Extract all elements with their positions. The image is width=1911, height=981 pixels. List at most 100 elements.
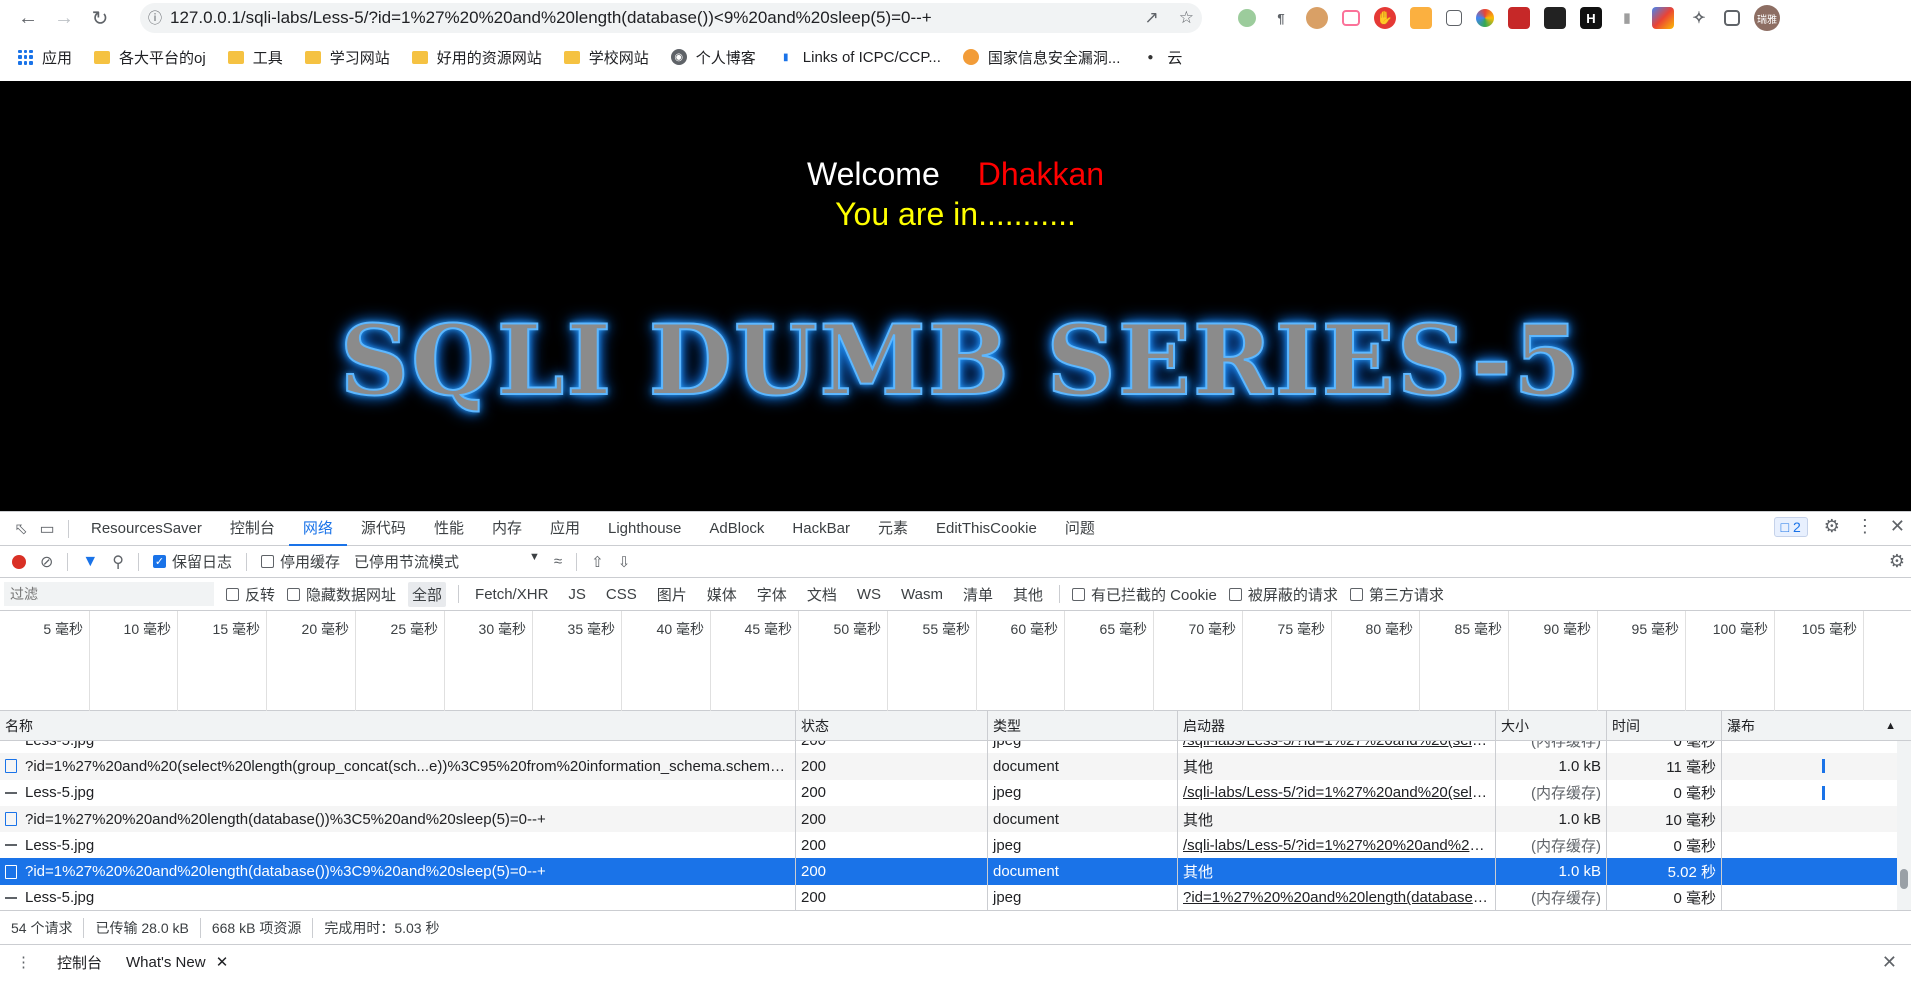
tab-editthiscookie[interactable]: EditThisCookie bbox=[922, 512, 1051, 546]
inspect-element-icon[interactable]: ⬁ bbox=[8, 519, 34, 539]
tab-issues[interactable]: 问题 bbox=[1051, 512, 1109, 546]
extension-adblock-icon[interactable]: ✋ bbox=[1374, 7, 1396, 29]
request-initiator-cell[interactable]: /sqli-labs/Less-5/?id=1%27%20and%20(sele… bbox=[1178, 741, 1496, 754]
request-initiator-cell[interactable]: 其他 bbox=[1178, 805, 1496, 833]
bookmark-cnnvd[interactable]: 国家信息安全漏洞... bbox=[962, 47, 1120, 68]
bookmark-folder-school[interactable]: 学校网站 bbox=[563, 47, 649, 68]
settings-gear-icon[interactable]: ⚙ bbox=[1824, 516, 1840, 537]
bookmark-folder-tools[interactable]: 工具 bbox=[227, 47, 283, 68]
filter-type-media[interactable]: 媒体 bbox=[703, 582, 741, 607]
tab-application[interactable]: 应用 bbox=[536, 512, 594, 546]
table-row[interactable]: Less-5.jpg 200jpeg/sqli-labs/Less-5/?id=1… bbox=[0, 741, 1911, 754]
bookmark-folder-resources[interactable]: 好用的资源网站 bbox=[411, 47, 542, 68]
close-devtools-icon[interactable]: ✕ bbox=[1890, 516, 1905, 537]
initiator-link[interactable]: /sqli-labs/Less-5/?id=1%27%20and%20(sele… bbox=[1183, 784, 1490, 801]
request-name-cell[interactable]: Less-5.jpg bbox=[0, 779, 796, 806]
filter-type-doc[interactable]: 文档 bbox=[803, 582, 841, 607]
tab-memory[interactable]: 内存 bbox=[478, 512, 536, 546]
close-drawer-icon[interactable]: ✕ bbox=[1882, 952, 1897, 973]
request-name-cell[interactable]: Less-5.jpg bbox=[0, 832, 796, 859]
tab-performance[interactable]: 性能 bbox=[420, 512, 478, 546]
initiator-link[interactable]: ?id=1%27%20%20and%20length(database()... bbox=[1183, 889, 1490, 906]
disable-cache-checkbox[interactable]: 停用缓存 bbox=[260, 551, 340, 572]
initiator-link[interactable]: /sqli-labs/Less-5/?id=1%27%20and%20(sele… bbox=[1183, 741, 1490, 749]
network-conditions-icon[interactable]: ≈ bbox=[554, 553, 562, 570]
request-name-cell[interactable]: ?id=1%27%20and%20(select%20length(group_… bbox=[0, 753, 796, 780]
request-name-cell[interactable]: ?id=1%27%20%20and%20length(database())%3… bbox=[0, 805, 796, 833]
table-row[interactable]: ?id=1%27%20%20and%20length(database())%3… bbox=[0, 858, 1911, 885]
request-name-cell[interactable]: Less-5.jpg bbox=[0, 741, 796, 754]
request-initiator-cell[interactable]: /sqli-labs/Less-5/?id=1%27%20and%20(sele… bbox=[1178, 779, 1496, 806]
tab-elements[interactable]: 元素 bbox=[864, 512, 922, 546]
search-icon[interactable]: ⚲ bbox=[112, 552, 124, 572]
filter-funnel-icon[interactable]: ▼ bbox=[82, 553, 98, 571]
column-header-time[interactable]: 时间 bbox=[1607, 711, 1722, 740]
side-panel-icon[interactable] bbox=[1724, 10, 1740, 26]
filter-input[interactable] bbox=[4, 582, 214, 606]
blocked-cookies-checkbox[interactable]: 有已拦截的 Cookie bbox=[1071, 584, 1217, 605]
clear-icon[interactable]: ⊘ bbox=[40, 552, 53, 572]
extension-bars-icon[interactable]: ▮ bbox=[1616, 7, 1638, 29]
extension-dual-eye-icon[interactable] bbox=[1544, 7, 1566, 29]
column-header-type[interactable]: 类型 bbox=[988, 711, 1178, 740]
site-info-icon[interactable]: ⓘ bbox=[140, 8, 170, 28]
request-initiator-cell[interactable]: ?id=1%27%20%20and%20length(database()... bbox=[1178, 884, 1496, 910]
column-header-waterfall[interactable]: 瀑布 ▲ bbox=[1722, 711, 1901, 740]
filter-type-img[interactable]: 图片 bbox=[653, 582, 691, 607]
filter-type-fetch-xhr[interactable]: Fetch/XHR bbox=[471, 584, 552, 605]
issues-badge[interactable]: □ 2 bbox=[1773, 516, 1808, 537]
drawer-tab-console[interactable]: 控制台 bbox=[45, 952, 114, 973]
close-tab-icon[interactable]: ✕ bbox=[216, 954, 229, 971]
address-bar[interactable]: ⓘ 127.0.0.1/sqli-labs/Less-5/?id=1%27%20… bbox=[140, 3, 1202, 33]
filter-type-font[interactable]: 字体 bbox=[753, 582, 791, 607]
throttle-select[interactable]: 已停用节流模式 ▼ bbox=[354, 551, 540, 572]
tab-sources[interactable]: 源代码 bbox=[347, 512, 420, 546]
blocked-requests-checkbox[interactable]: 被屏蔽的请求 bbox=[1228, 584, 1338, 605]
url-text[interactable]: 127.0.0.1/sqli-labs/Less-5/?id=1%27%20%2… bbox=[170, 8, 932, 28]
extension-h-icon[interactable]: H bbox=[1580, 7, 1602, 29]
filter-type-ws[interactable]: WS bbox=[853, 584, 885, 605]
bookmark-blog[interactable]: ◉ 个人博客 bbox=[670, 47, 756, 68]
tab-network[interactable]: 网络 bbox=[288, 512, 347, 546]
column-header-status[interactable]: 状态 bbox=[796, 711, 988, 740]
filter-type-wasm[interactable]: Wasm bbox=[897, 584, 947, 605]
back-arrow-icon[interactable]: ← bbox=[10, 0, 46, 36]
filter-type-css[interactable]: CSS bbox=[602, 584, 641, 605]
bookmark-folder-oj[interactable]: 各大平台的oj bbox=[94, 47, 206, 68]
filter-type-manifest[interactable]: 清单 bbox=[959, 582, 997, 607]
initiator-link[interactable]: /sqli-labs/Less-5/?id=1%27%20%20and%20l.… bbox=[1183, 837, 1490, 854]
bookmark-icpc-links[interactable]: ▮ Links of ICPC/CCP... bbox=[778, 49, 941, 66]
column-header-initiator[interactable]: 启动器 bbox=[1178, 711, 1496, 740]
table-scrollbar[interactable] bbox=[1897, 741, 1911, 910]
preserve-log-checkbox[interactable]: ✓ 保留日志 bbox=[152, 551, 232, 572]
extensions-puzzle-icon[interactable]: ✧ bbox=[1688, 7, 1710, 29]
network-settings-gear-icon[interactable]: ⚙ bbox=[1889, 551, 1905, 572]
table-row[interactable]: Less-5.jpg 200 jpeg ?id=1%27%20%20and%20len… bbox=[0, 884, 1911, 910]
extension-copy-icon[interactable] bbox=[1446, 10, 1462, 26]
request-name-cell[interactable]: ?id=1%27%20%20and%20length(database())%3… bbox=[0, 858, 796, 885]
request-initiator-cell[interactable]: 其他 bbox=[1178, 753, 1496, 780]
filter-type-all[interactable]: 全部 bbox=[408, 581, 447, 607]
record-icon[interactable] bbox=[12, 554, 26, 569]
bookmark-apps[interactable]: 应用 bbox=[18, 47, 72, 68]
request-initiator-cell[interactable]: 其他 bbox=[1178, 858, 1496, 885]
tab-hackbar[interactable]: HackBar bbox=[778, 512, 864, 546]
tab-resourcessaver[interactable]: ResourcesSaver bbox=[77, 512, 216, 546]
invert-checkbox[interactable]: 反转 bbox=[226, 584, 275, 605]
extension-pen-icon[interactable] bbox=[1652, 7, 1674, 29]
request-name-cell[interactable]: Less-5.jpg bbox=[0, 884, 796, 910]
forward-arrow-icon[interactable]: → bbox=[46, 0, 82, 36]
table-row[interactable]: ?id=1%27%20%20and%20length(database())%3… bbox=[0, 805, 1911, 833]
column-header-size[interactable]: 大小 bbox=[1496, 711, 1607, 740]
extension-green-circle-icon[interactable] bbox=[1238, 9, 1256, 27]
hide-data-urls-checkbox[interactable]: 隐藏数据网址 bbox=[287, 584, 396, 605]
extension-color-ring-icon[interactable] bbox=[1476, 9, 1494, 27]
export-har-icon[interactable]: ⇩ bbox=[618, 553, 631, 571]
extension-cookie-icon[interactable] bbox=[1306, 7, 1328, 29]
timeline-overview[interactable]: 5 毫秒 10 毫秒 15 毫秒 20 毫秒 25 毫秒 30 毫秒 35 毫秒 40 毫秒 4… bbox=[0, 611, 1911, 711]
tab-adblock[interactable]: AdBlock bbox=[695, 512, 778, 546]
filter-type-other[interactable]: 其他 bbox=[1009, 582, 1047, 607]
column-header-name[interactable]: 名称 bbox=[0, 711, 796, 740]
table-row[interactable]: Less-5.jpg 200jpeg/sqli-labs/Less-5/?id=1… bbox=[0, 832, 1911, 859]
drawer-tab-whats-new[interactable]: What's New ✕ bbox=[114, 953, 240, 971]
